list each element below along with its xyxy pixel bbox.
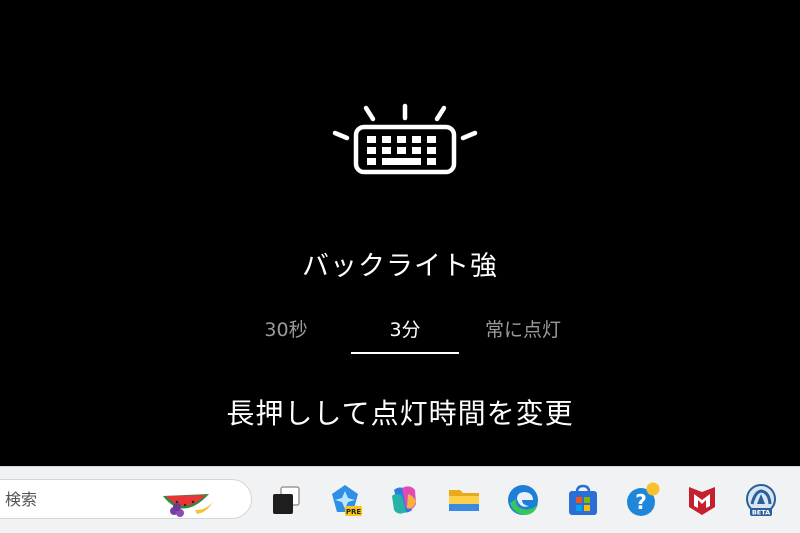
backlight-status-title: バックライト強 — [302, 251, 498, 282]
backlight-timeout-options: 30秒 3分 常に点灯 — [0, 316, 800, 356]
svg-text:?: ? — [635, 490, 647, 514]
mcafee-icon[interactable] — [684, 482, 720, 518]
keyboard-backlight-icon — [332, 103, 478, 175]
microsoft-store-icon[interactable] — [565, 482, 601, 518]
option-30-seconds[interactable]: 30秒 — [246, 316, 326, 354]
svg-text:BETA: BETA — [752, 509, 770, 517]
search-box[interactable] — [0, 479, 252, 519]
long-press-hint: 長押しして点灯時間を変更 — [226, 397, 574, 430]
backlight-osd: バックライト強 30秒 3分 常に点灯 長押しして点灯時間を変更 — [0, 0, 800, 466]
task-view-icon[interactable] — [268, 482, 304, 518]
edge-icon[interactable] — [505, 482, 541, 518]
svg-text:PRE: PRE — [346, 508, 362, 516]
beta-app-icon[interactable]: BETA — [743, 482, 779, 518]
fruit-illustration-icon — [163, 494, 213, 517]
copilot-icon[interactable] — [386, 482, 422, 518]
option-always-on[interactable]: 常に点灯 — [473, 316, 573, 354]
file-explorer-icon[interactable] — [446, 482, 482, 518]
taskbar: PRE ? BETA — [0, 466, 800, 533]
option-3-minutes[interactable]: 3分 — [351, 316, 459, 354]
copilot-pre-icon[interactable]: PRE — [327, 482, 363, 518]
help-icon[interactable]: ? — [624, 482, 660, 518]
search-input[interactable] — [5, 488, 155, 510]
